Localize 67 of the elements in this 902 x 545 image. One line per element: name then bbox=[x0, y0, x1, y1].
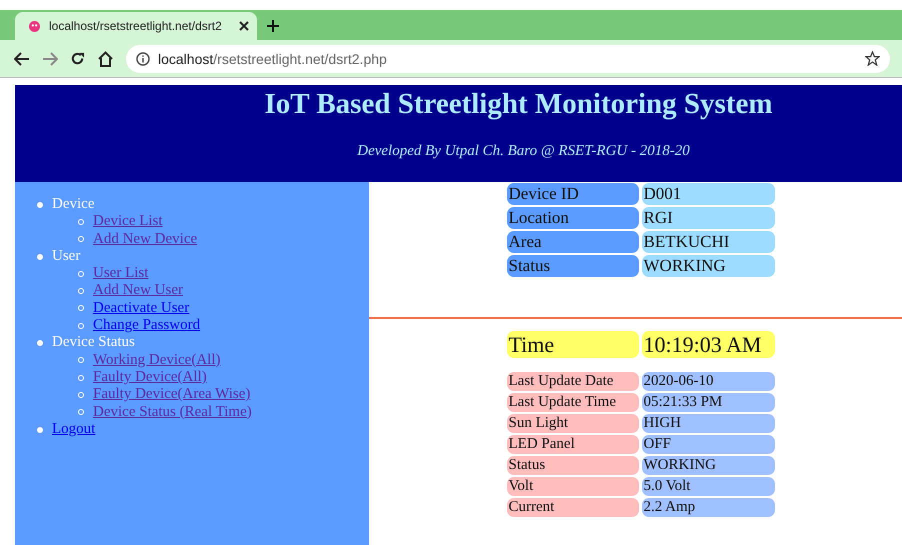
home-icon[interactable] bbox=[97, 50, 114, 66]
time-label: Time bbox=[506, 331, 638, 358]
sidebar-heading: User bbox=[52, 248, 80, 266]
bullet-icon bbox=[37, 426, 43, 432]
sidebar-heading: Device bbox=[52, 196, 94, 214]
sidebar-link[interactable]: Faulty Device(Area Wise) bbox=[93, 386, 250, 404]
bullet-icon bbox=[78, 270, 84, 277]
field-value: WORKING bbox=[642, 255, 774, 277]
field-label: Area bbox=[506, 231, 638, 253]
bullet-icon bbox=[78, 322, 84, 329]
address-bar[interactable]: localhost/rsetstreetlight.net/dsrt2.php bbox=[126, 44, 890, 72]
field-value: D001 bbox=[642, 183, 774, 205]
sidebar-link[interactable]: Change Password bbox=[93, 317, 200, 334]
bullet-icon bbox=[78, 409, 84, 416]
reading-value: 5.0 Volt bbox=[642, 477, 774, 496]
browser-tab[interactable]: localhost/rsetstreetlight.net/dsrt2 bbox=[15, 12, 257, 40]
reading-label: Volt bbox=[506, 477, 638, 496]
field-value: BETKUCHI bbox=[642, 231, 774, 253]
reading-label: Status bbox=[506, 456, 638, 475]
sidebar-heading: Device Status bbox=[52, 334, 135, 352]
sidebar-link[interactable]: Working Device(All) bbox=[93, 352, 220, 369]
field-label: Location bbox=[506, 207, 638, 229]
bullet-icon bbox=[78, 357, 84, 364]
sidebar-link[interactable]: Add New User bbox=[93, 282, 183, 300]
reading-label: LED Panel bbox=[506, 435, 638, 454]
field-label: Device ID bbox=[506, 183, 638, 205]
field-value: RGI bbox=[642, 207, 774, 229]
reading-value: 05:21:33 PM bbox=[642, 393, 774, 412]
sidebar-link[interactable]: Deactivate User bbox=[93, 300, 190, 318]
reading-label: Last Update Date bbox=[506, 372, 638, 391]
sidebar-link[interactable]: Faulty Device(All) bbox=[93, 368, 207, 386]
bullet-icon bbox=[78, 392, 84, 398]
reading-value: OFF bbox=[642, 435, 774, 454]
sidebar-link[interactable]: Device Status (Real Time) bbox=[93, 404, 252, 421]
bullet-icon bbox=[78, 305, 84, 312]
bullet-icon bbox=[78, 218, 84, 225]
bullet-icon bbox=[37, 340, 43, 346]
bullet-icon bbox=[37, 202, 43, 208]
page-title: IoT Based Streetlight Monitoring System bbox=[264, 88, 773, 121]
bullet-icon bbox=[78, 288, 84, 294]
time-value: 10:19:03 AM bbox=[642, 331, 774, 358]
reload-icon[interactable] bbox=[70, 51, 85, 66]
bullet-icon bbox=[78, 236, 84, 242]
info-icon bbox=[136, 52, 150, 66]
reading-value: 2020-06-10 bbox=[642, 372, 774, 391]
bullet-icon bbox=[78, 374, 84, 381]
field-label: Status bbox=[506, 255, 638, 277]
close-icon[interactable] bbox=[239, 21, 249, 31]
page-subtitle: Developed By Utpal Ch. Baro @ RSET-RGU - 2018-20 bbox=[356, 143, 690, 160]
new-tab-icon[interactable] bbox=[267, 20, 279, 32]
star-icon[interactable] bbox=[865, 51, 880, 66]
reading-value: WORKING bbox=[642, 456, 774, 475]
reading-label: Sun Light bbox=[506, 414, 638, 433]
reading-label: Last Update Time bbox=[506, 393, 638, 412]
sidebar-link[interactable]: Add New Device bbox=[93, 230, 198, 248]
favicon-icon bbox=[29, 20, 40, 32]
sidebar-link[interactable]: Logout bbox=[52, 420, 96, 438]
bullet-icon bbox=[37, 254, 43, 260]
forward-arrow-icon[interactable] bbox=[42, 52, 58, 66]
url-text: localhost/rsetstreetlight.net/dsrt2.php bbox=[158, 50, 387, 66]
tab-title: localhost/rsetstreetlight.net/dsrt2 bbox=[49, 19, 223, 33]
reading-value: HIGH bbox=[642, 414, 774, 433]
back-arrow-icon[interactable] bbox=[14, 52, 30, 66]
reading-label: Current bbox=[506, 498, 638, 517]
sidebar-link[interactable]: Device List bbox=[93, 213, 163, 231]
reading-value: 2.2 Amp bbox=[642, 498, 774, 517]
sidebar-link[interactable]: User List bbox=[93, 265, 148, 282]
